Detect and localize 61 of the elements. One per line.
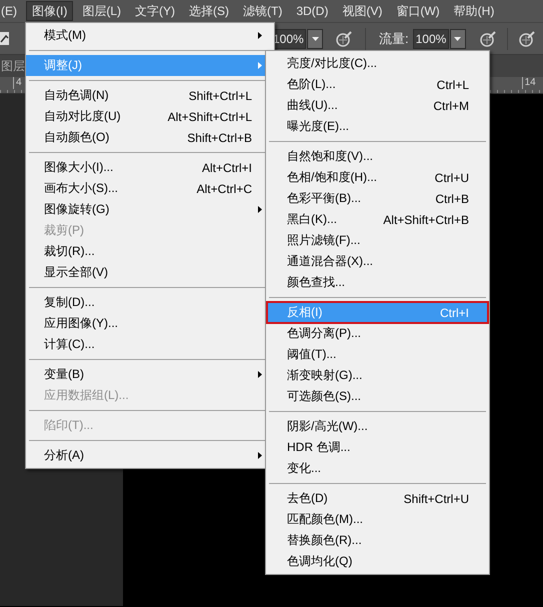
menu-item[interactable]: 阴影/高光(W)... xyxy=(267,416,488,437)
submenu-arrow-icon xyxy=(258,32,262,39)
menu-bar-item[interactable]: 窗口(W) xyxy=(391,1,445,21)
menu-bar-item[interactable]: 文字(Y) xyxy=(130,1,180,21)
tool-icon[interactable] xyxy=(0,32,10,46)
menu-item[interactable]: 通道混合器(X)... xyxy=(267,251,488,272)
menu-bar-item[interactable]: 3D(D) xyxy=(291,1,334,21)
menu-bar-item[interactable]: 视图(V) xyxy=(337,1,388,21)
menu-item[interactable]: 变化... xyxy=(267,458,488,479)
menu-item[interactable]: 匹配颜色(M)... xyxy=(267,509,488,530)
menu-item[interactable]: 色彩平衡(B)... Ctrl+B xyxy=(267,188,488,209)
menu-item[interactable]: 色调分离(P)... xyxy=(267,323,488,344)
menu-item[interactable]: 阈值(T)... xyxy=(267,344,488,365)
menu-item[interactable]: 曲线(U)... Ctrl+M xyxy=(267,95,488,116)
submenu-arrow-icon xyxy=(258,452,262,459)
ruler-label: 14 xyxy=(522,77,536,89)
submenu-arrow-icon xyxy=(258,371,262,378)
flow-field[interactable]: 100% xyxy=(412,28,449,48)
submenu-arrow-icon xyxy=(258,206,262,213)
shortcut-label: Ctrl+B xyxy=(435,192,469,206)
flow-label: 流量: xyxy=(379,30,409,48)
menu-item[interactable]: 替换颜色(R)... xyxy=(267,530,488,551)
shortcut-label: Ctrl+L xyxy=(436,78,469,92)
shortcut-label: Shift+Ctrl+B xyxy=(187,130,252,144)
shortcut-label: Alt+Ctrl+I xyxy=(202,160,252,174)
menu-item[interactable]: 色相/饱和度(H)... Ctrl+U xyxy=(267,167,488,188)
menu-item[interactable]: HDR 色调... xyxy=(267,437,488,458)
menu-bar-item[interactable]: (E) xyxy=(0,1,22,21)
caret-icon xyxy=(312,36,318,40)
shortcut-label: Shift+Ctrl+U xyxy=(404,492,469,506)
menu-bar-item[interactable]: 选择(S) xyxy=(184,1,234,21)
menu-bar-item[interactable]: 帮助(H) xyxy=(448,1,500,21)
submenu-arrow-icon xyxy=(258,62,262,69)
menu-item[interactable]: 颜色查找... xyxy=(267,272,488,293)
shortcut-label: Ctrl+I xyxy=(440,306,469,320)
menu-bar-item[interactable]: 滤镜(T) xyxy=(238,1,288,21)
menu-bar-item[interactable]: 图像(I) xyxy=(26,1,74,21)
menu-item[interactable]: 可选颜色(S)... xyxy=(267,386,488,407)
menu-bar-item[interactable]: 图层(L) xyxy=(77,1,126,21)
dropdown-button[interactable] xyxy=(450,28,466,48)
menu-item[interactable]: 自然饱和度(V)... xyxy=(267,146,488,167)
menu-item[interactable]: 渐变映射(G)... xyxy=(267,365,488,386)
shortcut-label: Alt+Ctrl+C xyxy=(196,182,252,196)
pressure-size-icon[interactable] xyxy=(518,30,536,48)
caret-icon xyxy=(454,36,462,40)
shortcut-label: Ctrl+U xyxy=(434,170,469,184)
document-tab[interactable]: 图层 xyxy=(1,58,25,74)
shortcut-label: Alt+Shift+Ctrl+B xyxy=(383,212,469,226)
menu-item[interactable]: 照片滤镜(F)... xyxy=(267,230,488,251)
airbrush-icon[interactable] xyxy=(478,30,497,48)
shortcut-label: Shift+Ctrl+L xyxy=(188,88,252,102)
pressure-brush-icon[interactable] xyxy=(335,30,353,48)
menu-item[interactable]: 黑白(K)... Alt+Shift+Ctrl+B xyxy=(267,209,488,230)
shortcut-label: Ctrl+M xyxy=(433,98,469,112)
menu-item[interactable]: 色调均化(Q) xyxy=(267,551,488,572)
menu-item[interactable]: 去色(D) Shift+Ctrl+U xyxy=(267,488,488,509)
shortcut-label: Alt+Shift+Ctrl+L xyxy=(168,110,252,124)
menu-item[interactable]: 色阶(L)... Ctrl+L xyxy=(267,74,488,95)
ruler-label: 4 xyxy=(13,77,22,89)
dropdown-button[interactable] xyxy=(307,28,323,48)
menu-item[interactable]: 曝光度(E)... xyxy=(267,116,488,137)
